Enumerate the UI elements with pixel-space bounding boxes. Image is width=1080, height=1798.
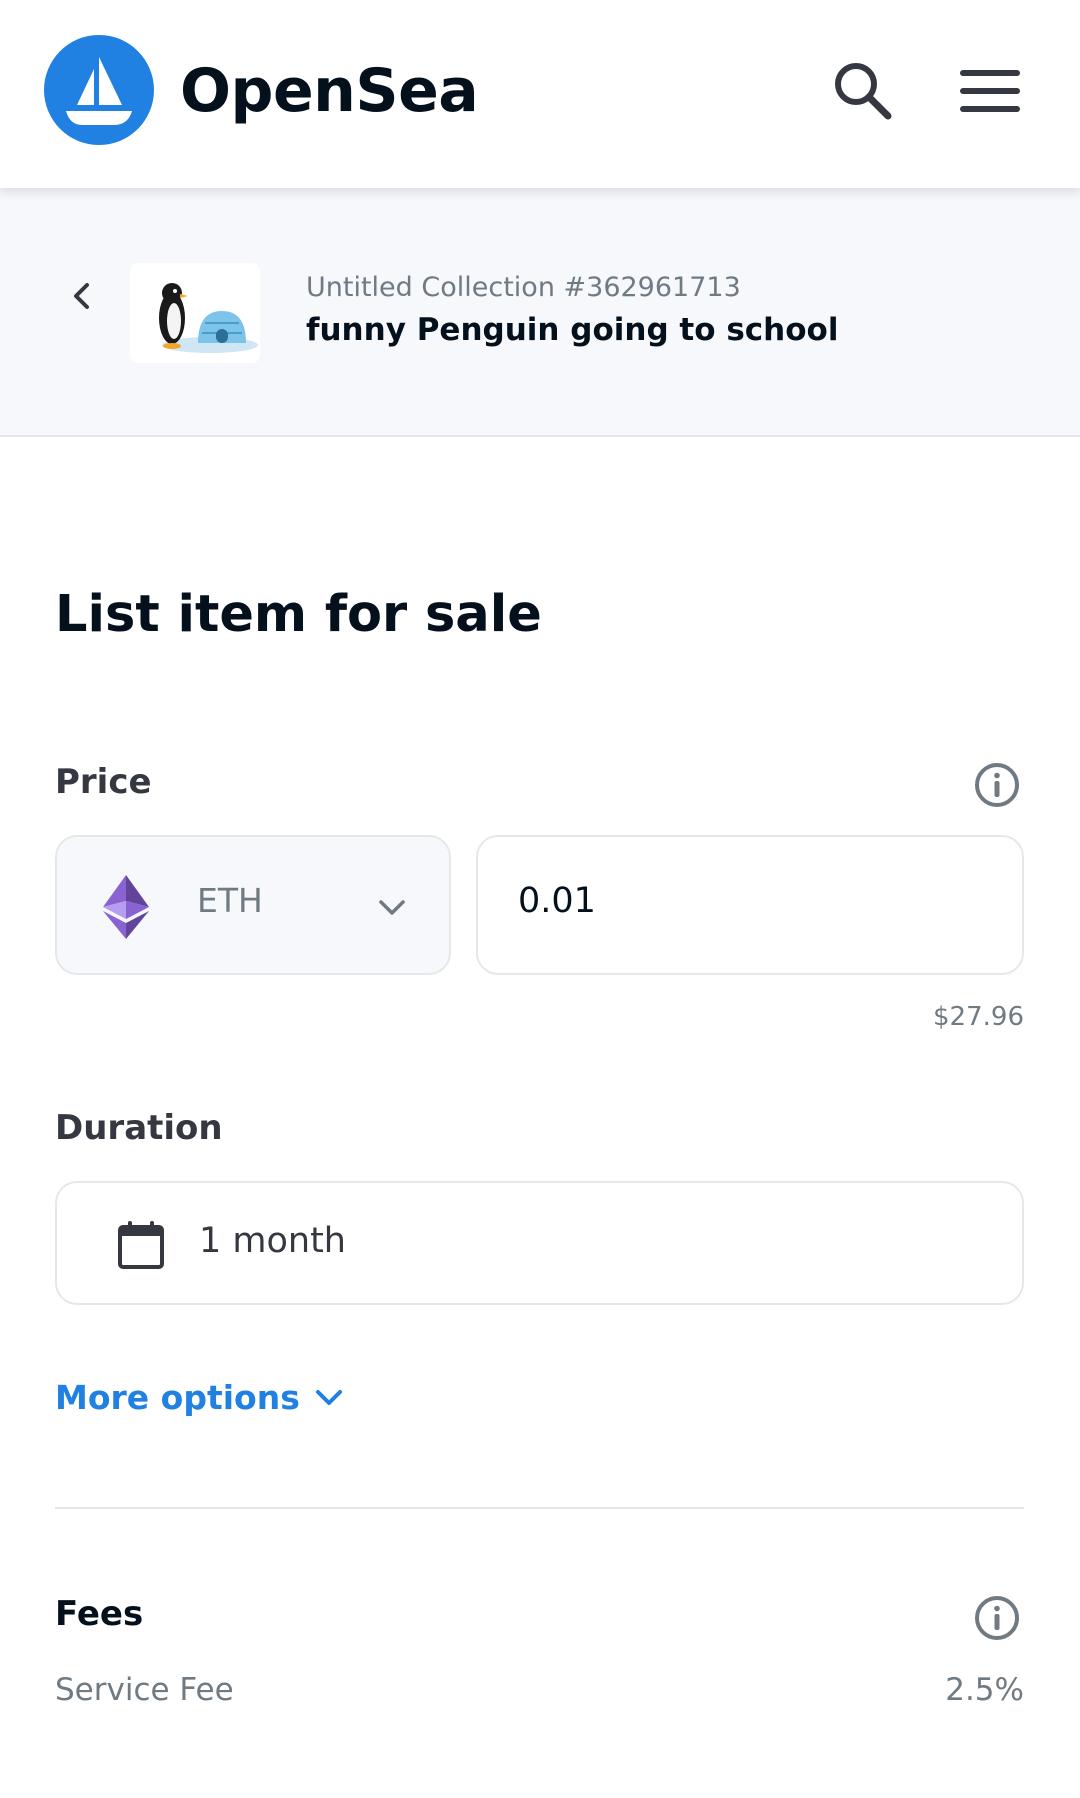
fees-info-icon[interactable] <box>973 1594 1021 1642</box>
collection-name[interactable]: Untitled Collection #362961713 <box>306 272 741 303</box>
chevron-left-icon[interactable] <box>60 274 104 318</box>
currency-label: ETH <box>197 881 263 920</box>
price-usd-value: $27.96 <box>933 1002 1024 1032</box>
more-options-toggle[interactable]: More options <box>55 1378 344 1417</box>
more-options-label: More options <box>55 1378 300 1417</box>
price-info-icon[interactable] <box>973 761 1021 809</box>
service-fee-value: 2.5% <box>945 1672 1024 1708</box>
fees-label: Fees <box>55 1594 144 1634</box>
item-name[interactable]: funny Penguin going to school <box>306 312 838 348</box>
item-thumbnail[interactable] <box>130 263 260 363</box>
opensea-logo-icon[interactable] <box>44 35 154 145</box>
item-summary: Untitled Collection #362961713 funny Pen… <box>0 188 1080 437</box>
ethereum-icon <box>103 875 149 939</box>
calendar-icon <box>117 1219 165 1271</box>
chevron-down-icon <box>377 893 407 921</box>
price-input[interactable]: 0.01 <box>476 835 1024 975</box>
service-fee-label: Service Fee <box>55 1672 234 1708</box>
search-icon[interactable] <box>828 56 898 126</box>
brand-name[interactable]: OpenSea <box>180 48 479 134</box>
duration-select[interactable]: 1 month <box>55 1181 1024 1305</box>
page-title: List item for sale <box>55 585 542 644</box>
service-fee-row: Service Fee 2.5% <box>55 1672 1024 1708</box>
chevron-down-icon <box>315 1389 342 1405</box>
duration-label: Duration <box>55 1108 223 1148</box>
hamburger-menu-icon[interactable] <box>950 58 1030 124</box>
price-label: Price <box>55 762 152 802</box>
currency-select[interactable]: ETH <box>55 835 451 975</box>
top-nav-bar: OpenSea <box>0 0 1080 188</box>
duration-value: 1 month <box>199 1221 346 1261</box>
price-value: 0.01 <box>518 881 596 921</box>
section-divider <box>55 1507 1024 1509</box>
